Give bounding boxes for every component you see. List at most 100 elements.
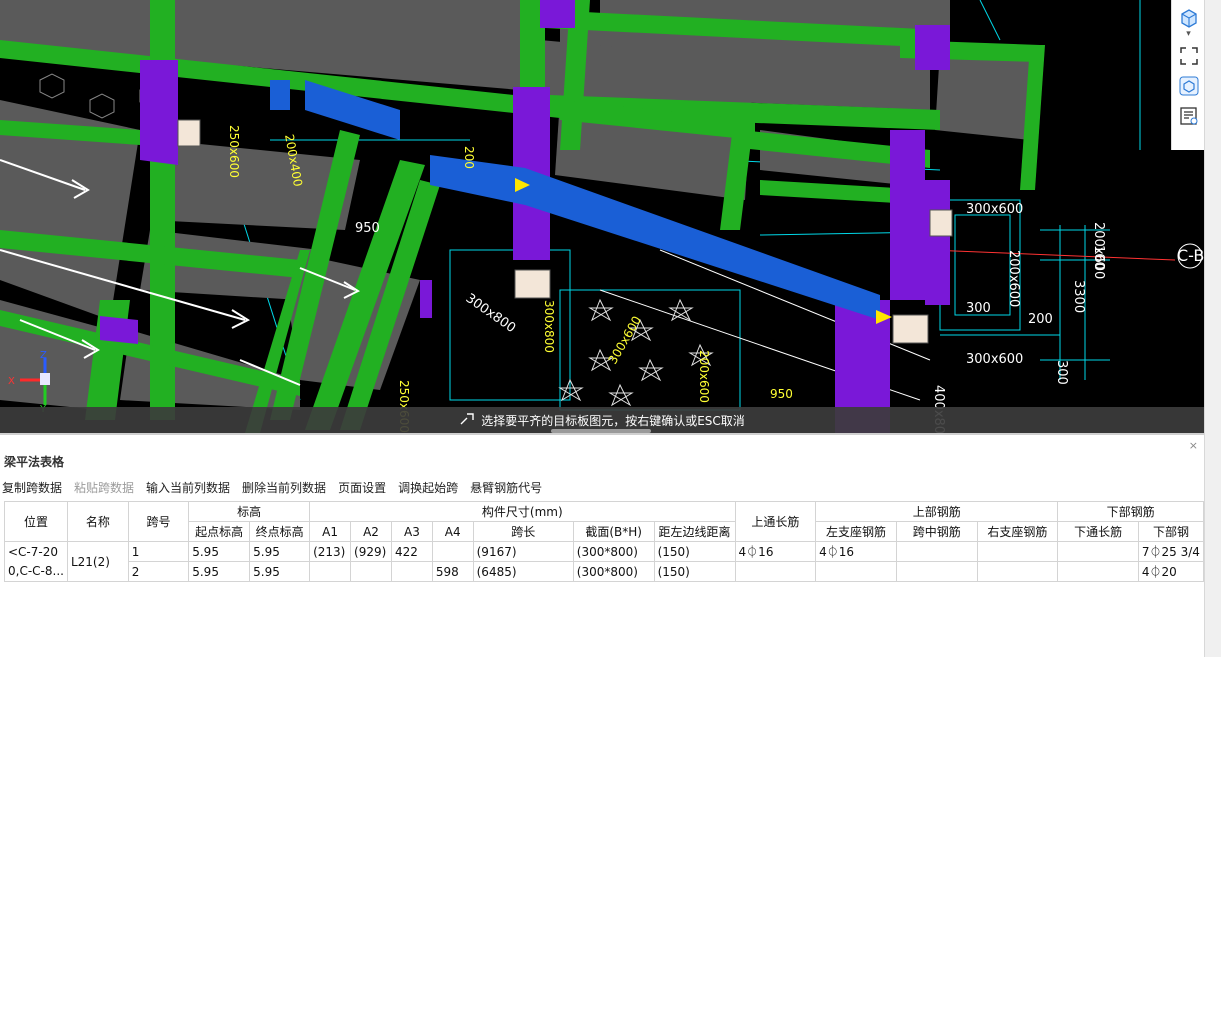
cell-left-support[interactable]: 4⏀16 xyxy=(815,541,897,562)
close-icon[interactable]: × xyxy=(1189,439,1198,452)
panel-title: 梁平法表格 xyxy=(4,455,65,469)
cantilever-rebar-code-button[interactable]: 悬臂钢筋代号 xyxy=(470,479,542,499)
align-cursor-icon xyxy=(459,412,475,429)
cell-position-line: 0,C-C-8... xyxy=(8,563,64,578)
3d-model-scene[interactable]: 300x600 300 200 300x600 950 950 200x600 … xyxy=(0,0,1204,433)
column-header-right-support[interactable]: 右支座钢筋 xyxy=(976,521,1059,542)
drawing-text: 200 xyxy=(462,146,476,169)
column-header-bottom-through[interactable]: 下通长筋 xyxy=(1057,521,1139,542)
cell-edge-distance[interactable]: (150) xyxy=(653,541,736,562)
cell-bottom-rebar[interactable]: 7⏀25 3/4 xyxy=(1137,541,1205,562)
star-hatch xyxy=(558,298,714,407)
column-header-name[interactable]: 名称 xyxy=(66,501,129,542)
column-header-edge-distance[interactable]: 距左边线距离 xyxy=(653,521,736,542)
column-header-mid-span[interactable]: 跨中钢筋 xyxy=(895,521,978,542)
grid-axis-label: C-B xyxy=(1177,246,1204,265)
page-setup-button[interactable]: 页面设置 xyxy=(338,479,386,499)
column-header-a2[interactable]: A2 xyxy=(350,521,392,542)
cell-bottom-through[interactable] xyxy=(1057,541,1139,562)
cell-a1[interactable] xyxy=(309,561,352,582)
column-header-position[interactable]: 位置 xyxy=(4,501,68,542)
cell-top-through[interactable]: 4⏀16 xyxy=(734,541,817,562)
cell-left-support[interactable] xyxy=(815,561,897,582)
copy-span-data-button[interactable]: 复制跨数据 xyxy=(2,479,62,499)
cell-a3[interactable] xyxy=(391,561,433,582)
drawing-text: 200 xyxy=(1028,312,1053,327)
cell-a1[interactable]: (213) xyxy=(309,541,352,562)
drawing-text: 300 xyxy=(1054,360,1069,385)
column-header-end-elev[interactable]: 终点标高 xyxy=(249,521,311,542)
cell-start-elev[interactable]: 5.95 xyxy=(188,561,251,582)
axis-z-label: Z xyxy=(40,350,47,361)
cell-a4[interactable]: 598 xyxy=(431,561,474,582)
view-toolbar: ▾ xyxy=(1171,0,1204,150)
cell-section[interactable]: (300*800) xyxy=(572,561,655,582)
cell-a4[interactable] xyxy=(431,541,474,562)
column-header-top-through[interactable]: 上通长筋 xyxy=(734,501,817,542)
cell-top-through[interactable] xyxy=(734,561,817,582)
drawing-text: 300x600 xyxy=(966,352,1023,367)
column-header-section[interactable]: 截面(B*H) xyxy=(572,521,655,542)
column-header-left-support[interactable]: 左支座钢筋 xyxy=(815,521,897,542)
column-group-bottom-rebar: 下部钢筋 xyxy=(1057,501,1204,522)
property-view-icon[interactable] xyxy=(1177,104,1201,128)
cell-span-length[interactable]: (9167) xyxy=(472,541,574,562)
cell-span[interactable]: 2 xyxy=(127,561,190,582)
drawing-text: 300 xyxy=(966,301,991,316)
command-status-bar: 选择要平齐的目标板图元，按右键确认或ESC取消 xyxy=(0,407,1204,433)
beam-table-panel: × 梁平法表格 复制跨数据 粘贴跨数据 输入当前列数据 删除当前列数据 页面设置… xyxy=(0,433,1205,659)
delete-column-data-button[interactable]: 删除当前列数据 xyxy=(242,479,326,499)
column-header-a3[interactable]: A3 xyxy=(391,521,433,542)
cell-name[interactable]: L21(2) xyxy=(66,541,129,582)
cell-position[interactable]: <C-7-20 0,C-C-8... xyxy=(4,541,68,582)
column-header-start-elev[interactable]: 起点标高 xyxy=(188,521,251,542)
cell-mid-span[interactable] xyxy=(895,561,978,582)
cell-edge-distance[interactable]: (150) xyxy=(653,561,736,582)
drawing-text: 300x600 xyxy=(966,202,1023,217)
drawing-text: 300x800 xyxy=(463,291,519,336)
cell-position-line: <C-7-20 xyxy=(8,544,58,559)
swap-start-span-button[interactable]: 调换起始跨 xyxy=(398,479,458,499)
cell-a2[interactable] xyxy=(350,561,392,582)
panel-toolbar: 复制跨数据 粘贴跨数据 输入当前列数据 删除当前列数据 页面设置 调换起始跨 悬… xyxy=(0,479,542,499)
cell-start-elev[interactable]: 5.95 xyxy=(188,541,251,562)
cell-span-length[interactable]: (6485) xyxy=(472,561,574,582)
drawing-text: 200x600 xyxy=(1006,250,1021,307)
paste-span-data-button[interactable]: 粘贴跨数据 xyxy=(74,479,134,499)
view-cube-icon[interactable] xyxy=(1177,6,1201,30)
fit-view-icon[interactable] xyxy=(1177,44,1201,68)
cell-section[interactable]: (300*800) xyxy=(572,541,655,562)
column-header-bottom-rebar[interactable]: 下部钢 xyxy=(1137,521,1205,542)
column-header-a1[interactable]: A1 xyxy=(309,521,352,542)
table-row[interactable]: <C-7-20 0,C-C-8... L21(2) 1 5.95 5.95 (2… xyxy=(4,541,1205,582)
3d-view-icon[interactable] xyxy=(1177,74,1201,98)
column-header-span[interactable]: 跨号 xyxy=(127,501,190,542)
cell-a3[interactable]: 422 xyxy=(391,541,433,562)
status-message: 选择要平齐的目标板图元，按右键确认或ESC取消 xyxy=(481,413,745,428)
drawing-text: 300x800 xyxy=(542,300,556,353)
beam-table[interactable]: 位置 名称 跨号 标高 构件尺寸(mm) 上通长筋 上部钢筋 下部钢筋 起点标高… xyxy=(4,501,1205,582)
chevron-down-icon[interactable]: ▾ xyxy=(1186,30,1191,39)
column-header-span-length[interactable]: 跨长 xyxy=(472,521,574,542)
cad-viewport[interactable]: 300x600 300 200 300x600 950 950 200x600 … xyxy=(0,0,1204,433)
drawing-text: 300x600 xyxy=(605,314,644,367)
cell-span[interactable]: 1 xyxy=(127,541,190,562)
window-edge-strip xyxy=(1204,0,1221,657)
cell-end-elev[interactable]: 5.95 xyxy=(249,561,311,582)
cell-bottom-rebar[interactable]: 4⏀20 xyxy=(1137,561,1205,582)
cell-mid-span[interactable] xyxy=(895,541,978,562)
cell-a2[interactable]: (929) xyxy=(350,541,392,562)
column-group-elevation: 标高 xyxy=(188,501,311,522)
cell-right-support[interactable] xyxy=(976,541,1059,562)
row-marks xyxy=(0,975,4,1015)
cell-end-elev[interactable]: 5.95 xyxy=(249,541,311,562)
column-group-dimensions: 构件尺寸(mm) xyxy=(309,501,736,522)
column-header-a4[interactable]: A4 xyxy=(431,521,474,542)
table-row[interactable]: 2 5.95 5.95 598 (6485) (300*800) (150) 4… xyxy=(5,561,1205,582)
input-column-data-button[interactable]: 输入当前列数据 xyxy=(146,479,230,499)
cell-bottom-through[interactable] xyxy=(1057,561,1139,582)
drawing-text: 3300 xyxy=(1071,280,1086,313)
drawing-text: 100 xyxy=(1091,245,1106,270)
axis-x-label: X xyxy=(8,376,15,387)
cell-right-support[interactable] xyxy=(976,561,1059,582)
